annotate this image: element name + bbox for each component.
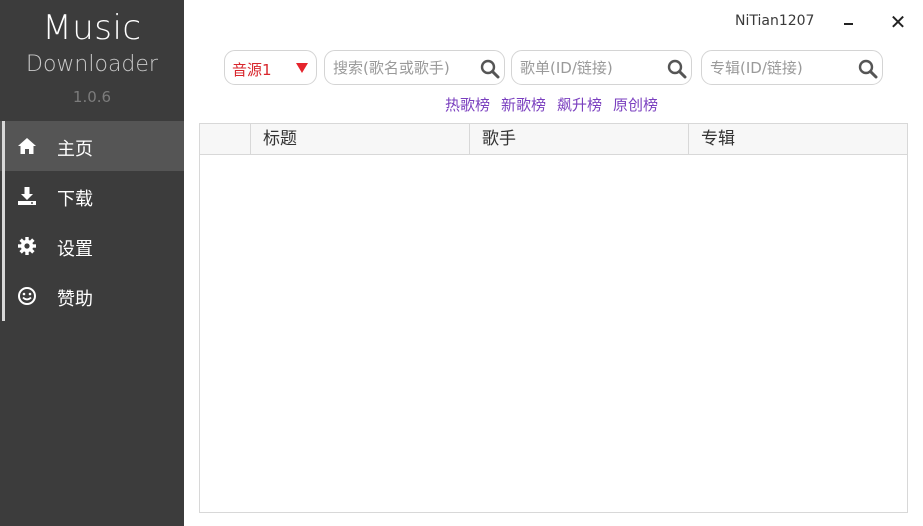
results-table: 标题 歌手 专辑 — [199, 123, 908, 513]
album-search-box — [701, 50, 883, 85]
chart-links: 热歌榜 新歌榜 飙升榜 原创榜 — [445, 94, 658, 114]
download-icon — [17, 186, 37, 206]
sidebar-item-home[interactable]: 主页 — [0, 121, 184, 171]
sidebar-item-download[interactable]: 下载 — [0, 171, 184, 221]
sidebar-item-settings[interactable]: 设置 — [0, 221, 184, 271]
smiley-icon — [17, 286, 37, 306]
item-indicator — [2, 271, 5, 321]
album-search-input[interactable] — [710, 57, 850, 79]
table-header: 标题 歌手 专辑 — [200, 124, 907, 155]
app-window: Music Downloader 1.0.6 主页 下载 设置 赞助 NiTia… — [0, 0, 923, 526]
item-indicator — [2, 171, 5, 221]
caret-down-icon — [296, 63, 308, 73]
app-title: Music — [42, 8, 142, 48]
search-icon[interactable] — [858, 59, 878, 79]
column-header-artist[interactable]: 歌手 — [469, 124, 688, 154]
sidebar-item-sponsor[interactable]: 赞助 — [0, 271, 184, 321]
original-chart-link[interactable]: 原创榜 — [613, 94, 658, 114]
search-icon[interactable] — [667, 59, 687, 79]
source-select-value: 音源1 — [232, 61, 272, 79]
hot-chart-link[interactable]: 热歌榜 — [445, 94, 490, 114]
item-indicator — [2, 221, 5, 271]
song-search-input[interactable] — [333, 57, 473, 79]
column-header-album[interactable]: 专辑 — [688, 124, 907, 154]
close-button[interactable]: ✕ — [888, 10, 908, 34]
column-header-select[interactable] — [200, 124, 251, 154]
sidebar-item-label: 设置 — [57, 239, 93, 260]
sidebar-item-label: 赞助 — [57, 289, 93, 310]
rising-chart-link[interactable]: 飙升榜 — [557, 94, 602, 114]
source-select[interactable]: 音源1 — [224, 50, 317, 85]
playlist-search-input[interactable] — [520, 57, 660, 79]
new-chart-link[interactable]: 新歌榜 — [501, 94, 546, 114]
minimize-button[interactable] — [841, 10, 857, 34]
sidebar-item-label: 主页 — [57, 139, 93, 160]
sidebar-nav: 主页 下载 设置 赞助 — [0, 121, 184, 321]
column-header-title[interactable]: 标题 — [250, 124, 469, 154]
search-icon[interactable] — [480, 59, 500, 79]
username[interactable]: NiTian1207 — [735, 13, 814, 29]
app-version: 1.0.6 — [72, 88, 112, 106]
song-search-box — [324, 50, 505, 85]
app-subtitle: Downloader — [26, 52, 158, 77]
home-icon — [17, 136, 37, 156]
sidebar-item-label: 下载 — [57, 189, 93, 210]
sidebar: Music Downloader 1.0.6 主页 下载 设置 赞助 — [0, 0, 184, 526]
active-indicator — [2, 121, 5, 171]
gear-icon — [17, 236, 37, 256]
playlist-search-box — [511, 50, 692, 85]
